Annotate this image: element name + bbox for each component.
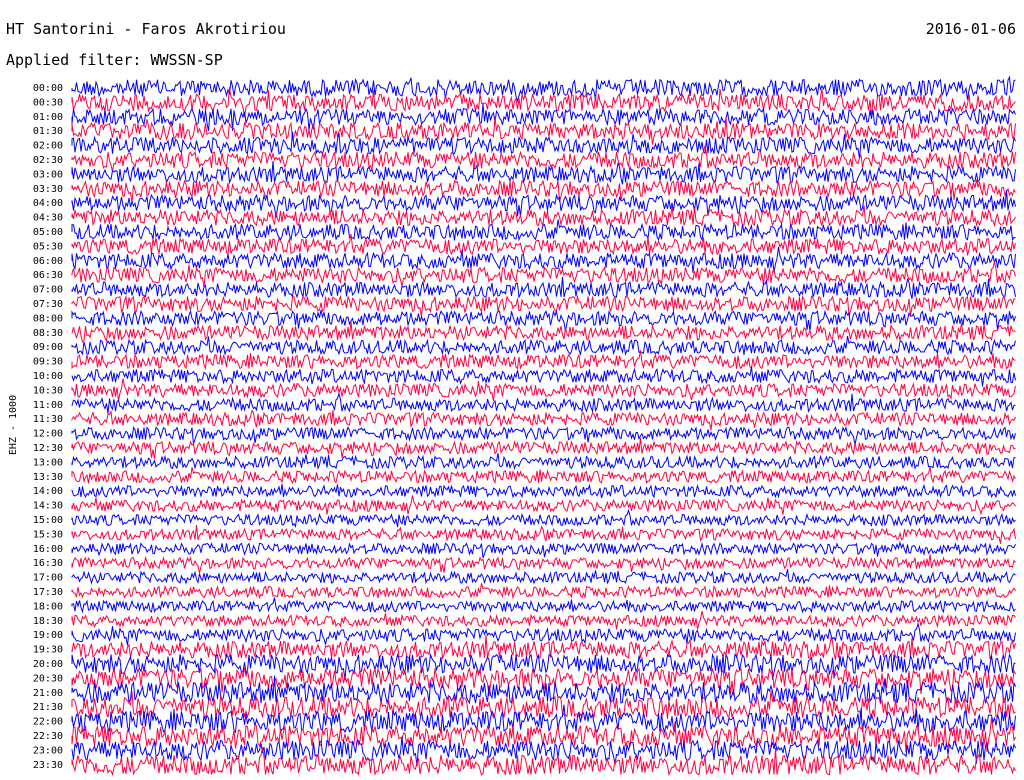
tick-label-1730: 17:30 — [33, 587, 63, 598]
trace-1200 — [71, 425, 1016, 445]
tick-label-0000: 00:00 — [33, 83, 63, 94]
trace-1400 — [71, 483, 1016, 499]
tick-label-0630: 06:30 — [33, 270, 63, 281]
tick-label-1000: 10:00 — [33, 371, 63, 382]
trace-1330 — [71, 466, 1016, 485]
tick-label-1500: 15:00 — [33, 515, 63, 526]
tick-label-1830: 18:30 — [33, 616, 63, 627]
tick-label-0730: 07:30 — [33, 299, 63, 310]
trace-1630 — [71, 554, 1016, 574]
tick-label-0600: 06:00 — [33, 256, 63, 267]
helicorder-plot: 00:00 00:30 01:00 01:30 02:00 02:30 03:00 03:30… — [8, 75, 1016, 777]
tick-label-0530: 05:30 — [33, 241, 63, 252]
trace-1730 — [71, 583, 1016, 600]
tick-label-1400: 14:00 — [33, 486, 63, 497]
tick-label-2200: 22:00 — [33, 717, 63, 728]
tick-label-1800: 18:00 — [33, 601, 63, 612]
tick-label-2000: 20:00 — [33, 659, 63, 670]
trace-2000 — [71, 652, 1016, 681]
trace-0200 — [71, 131, 1016, 159]
tick-label-0900: 09:00 — [33, 342, 63, 353]
trace-1600 — [71, 540, 1016, 558]
tick-label-1530: 15:30 — [33, 529, 63, 540]
tick-label-0500: 05:00 — [33, 227, 63, 238]
tick-label-1230: 12:30 — [33, 443, 63, 454]
tick-label-0700: 07:00 — [33, 285, 63, 296]
tick-label-0100: 01:00 — [33, 112, 63, 123]
trace-1030 — [71, 378, 1016, 402]
tick-label-0030: 00:30 — [33, 97, 63, 108]
tick-label-2030: 20:30 — [33, 673, 63, 684]
trace-0400 — [71, 190, 1016, 218]
tick-label-2100: 21:00 — [33, 688, 63, 699]
tick-label-0300: 03:00 — [33, 169, 63, 180]
tick-label-0930: 09:30 — [33, 357, 63, 368]
trace-0430 — [71, 205, 1016, 228]
trace-1130 — [71, 409, 1016, 431]
trace-1530 — [71, 525, 1016, 544]
trace-0530 — [71, 233, 1016, 256]
trace-1830 — [71, 610, 1016, 630]
trace-0930 — [71, 350, 1016, 371]
trace-1100 — [71, 391, 1016, 414]
tick-label-0400: 04:00 — [33, 198, 63, 209]
tick-label-0430: 04:30 — [33, 213, 63, 224]
tick-label-2330: 23:30 — [33, 760, 63, 771]
tick-label-1600: 16:00 — [33, 544, 63, 555]
tick-label-2300: 23:00 — [33, 745, 63, 756]
trace-1300 — [71, 453, 1016, 470]
trace-2200 — [71, 704, 1016, 734]
tick-label-1630: 16:30 — [33, 558, 63, 569]
tick-label-0330: 03:30 — [33, 184, 63, 195]
tick-label-1100: 11:00 — [33, 400, 63, 411]
trace-1430 — [71, 495, 1016, 516]
tick-label-2230: 22:30 — [33, 731, 63, 742]
tick-label-1130: 11:30 — [33, 414, 63, 425]
tick-label-1430: 14:30 — [33, 501, 63, 512]
trace-0900 — [71, 335, 1016, 357]
tick-label-0800: 08:00 — [33, 313, 63, 324]
time-tick-labels: 00:00 00:30 01:00 01:30 02:00 02:30 03:00 03:30… — [33, 83, 63, 771]
trace-1800 — [71, 597, 1016, 614]
tick-label-2130: 21:30 — [33, 702, 63, 713]
tick-label-1030: 10:30 — [33, 385, 63, 396]
tick-label-0230: 02:30 — [33, 155, 63, 166]
trace-1700 — [71, 569, 1016, 585]
tick-label-1930: 19:30 — [33, 645, 63, 656]
seismic-traces — [71, 75, 1016, 777]
trace-1000 — [71, 366, 1016, 387]
tick-label-0830: 08:30 — [33, 328, 63, 339]
tick-label-0200: 02:00 — [33, 141, 63, 152]
trace-0800 — [71, 309, 1016, 332]
tick-label-1900: 19:00 — [33, 630, 63, 641]
trace-0600 — [71, 247, 1016, 273]
tick-label-1700: 17:00 — [33, 573, 63, 584]
tick-label-0130: 01:30 — [33, 126, 63, 137]
tick-label-1200: 12:00 — [33, 429, 63, 440]
channel-axis-label: EHZ - 1000 — [8, 395, 19, 455]
trace-1230 — [71, 437, 1016, 459]
tick-label-1300: 13:00 — [33, 457, 63, 468]
tick-label-1330: 13:30 — [33, 472, 63, 483]
trace-1500 — [71, 508, 1016, 529]
